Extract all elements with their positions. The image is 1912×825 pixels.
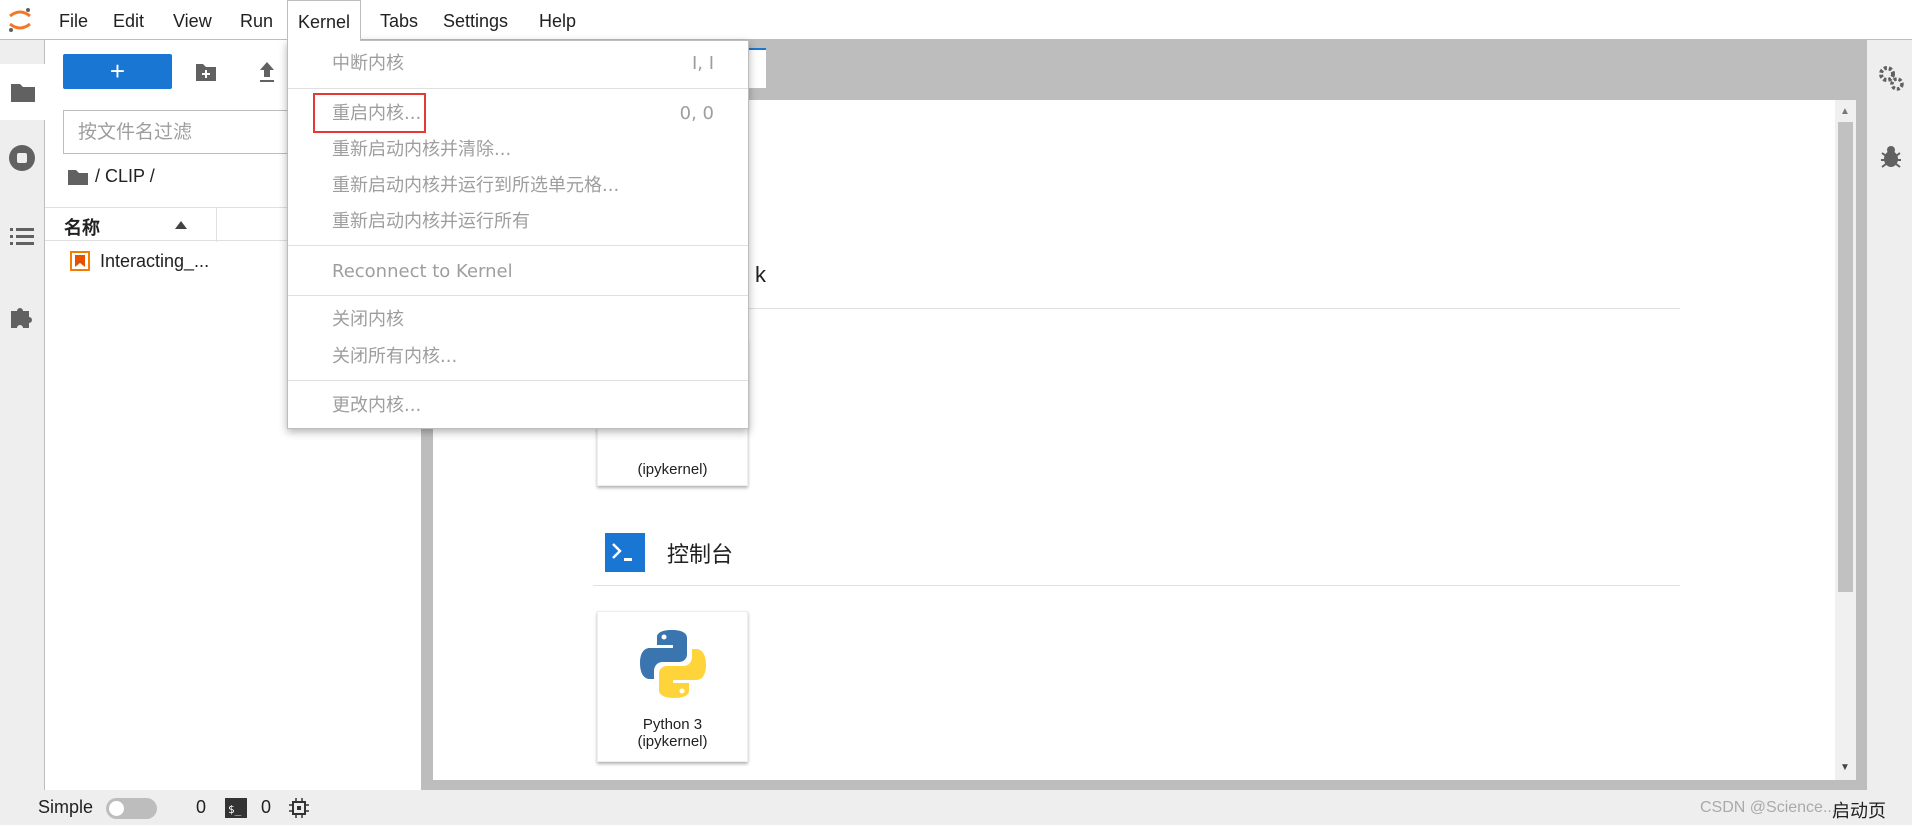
breadcrumb-path[interactable]: / CLIP / bbox=[95, 166, 155, 187]
terminal-icon[interactable]: $_ bbox=[225, 798, 247, 818]
menu-item-label: 中断内核 bbox=[332, 53, 404, 74]
menu-edit[interactable]: Edit bbox=[103, 0, 154, 40]
menu-item-label: 关闭内核 bbox=[332, 309, 404, 330]
menubar: File Edit View Run Kernel Tabs Settings … bbox=[0, 0, 1912, 41]
shortcut: 0, 0 bbox=[679, 103, 714, 124]
menu-item-label: 重新启动内核并运行所有 bbox=[332, 211, 530, 232]
running-stop-icon[interactable] bbox=[8, 144, 36, 172]
card-label: Python 3 bbox=[642, 716, 703, 733]
jupyter-logo-icon[interactable] bbox=[6, 6, 34, 34]
menu-run[interactable]: Run bbox=[230, 0, 283, 40]
python-logo-icon bbox=[639, 630, 706, 698]
menu-kernel[interactable]: Kernel bbox=[287, 0, 362, 41]
console-section-heading: 控制台 bbox=[605, 533, 733, 572]
property-inspector-gears-icon[interactable] bbox=[1878, 65, 1904, 91]
shortcut: I, I bbox=[691, 53, 714, 74]
watermark: CSDN @Science... bbox=[1700, 799, 1837, 816]
folder-icon[interactable] bbox=[0, 64, 45, 120]
menu-settings[interactable]: Settings bbox=[433, 0, 518, 40]
menu-item-interrupt-kernel[interactable]: 中断内核 I, I bbox=[288, 47, 748, 81]
menu-separator bbox=[288, 245, 748, 246]
menu-item-shutdown-kernel[interactable]: 关闭内核 bbox=[288, 303, 748, 337]
upload-icon[interactable] bbox=[257, 60, 277, 84]
kernel-count[interactable]: 0 bbox=[196, 797, 206, 818]
menu-item-restart-clear[interactable]: 重新启动内核并清除... bbox=[288, 133, 748, 167]
new-launcher-button[interactable]: + bbox=[63, 54, 172, 89]
console-icon bbox=[605, 533, 645, 572]
right-sidebar bbox=[1866, 40, 1912, 790]
simple-mode-toggle[interactable] bbox=[106, 798, 157, 819]
menu-help[interactable]: Help bbox=[529, 0, 586, 40]
menu-item-reconnect[interactable]: Reconnect to Kernel bbox=[288, 255, 748, 289]
menu-item-label: 关闭所有内核... bbox=[332, 346, 458, 367]
menu-item-label: 更改内核... bbox=[332, 395, 422, 416]
notebook-section-heading: k bbox=[755, 262, 766, 288]
extension-puzzle-icon[interactable] bbox=[8, 302, 36, 330]
menu-file[interactable]: File bbox=[49, 0, 98, 40]
menu-item-restart-run-all[interactable]: 重新启动内核并运行所有 bbox=[288, 205, 748, 239]
scroll-down-icon[interactable]: ▼ bbox=[1840, 762, 1850, 773]
divider bbox=[593, 308, 1680, 309]
menu-item-label: 重新启动内核并清除... bbox=[332, 139, 512, 160]
debugger-bug-icon[interactable] bbox=[1880, 145, 1902, 169]
new-folder-icon[interactable] bbox=[195, 62, 217, 82]
highlight-box bbox=[313, 93, 426, 133]
status-bar: Simple 0 $_ 0 CSDN @Science... 启动页 bbox=[0, 790, 1912, 825]
sort-ascending-icon[interactable] bbox=[175, 221, 187, 229]
simple-mode-label: Simple bbox=[38, 797, 94, 817]
card-sublabel: (ipykernel) bbox=[637, 733, 708, 750]
kernel-menu-dropdown: 中断内核 I, I 重启内核... 0, 0 重新启动内核并清除... 重新启动内核… bbox=[287, 40, 749, 429]
menu-item-shutdown-all[interactable]: 关闭所有内核... bbox=[288, 340, 748, 374]
cpu-icon[interactable] bbox=[289, 798, 309, 818]
toc-list-icon[interactable] bbox=[8, 222, 36, 250]
menu-separator bbox=[288, 295, 748, 296]
file-name: Interacting_... bbox=[100, 251, 210, 271]
svg-text:$_: $_ bbox=[228, 803, 242, 816]
menu-separator bbox=[288, 88, 748, 89]
console-heading-text: 控制台 bbox=[667, 542, 734, 568]
current-tab-label: 启动页 bbox=[1832, 801, 1886, 822]
left-sidebar bbox=[0, 40, 45, 790]
scrollbar[interactable]: ▲ ▼ bbox=[1835, 100, 1856, 780]
menu-item-label: Reconnect to Kernel bbox=[332, 261, 513, 282]
scrollbar-thumb[interactable] bbox=[1838, 122, 1853, 592]
card-label: (ipykernel) bbox=[637, 461, 708, 478]
menu-item-restart-run-to-selected[interactable]: 重新启动内核并运行到所选单元格... bbox=[288, 169, 748, 203]
menu-view[interactable]: View bbox=[163, 0, 222, 40]
menu-tabs[interactable]: Tabs bbox=[370, 0, 428, 40]
notebook-heading-text: k bbox=[755, 262, 766, 287]
menu-separator bbox=[288, 380, 748, 381]
terminal-count[interactable]: 0 bbox=[261, 797, 271, 818]
console-python3-card[interactable]: Python 3 (ipykernel) bbox=[597, 611, 748, 762]
scroll-up-icon[interactable]: ▲ bbox=[1840, 106, 1850, 117]
breadcrumb[interactable]: / CLIP / bbox=[67, 166, 155, 187]
folder-icon bbox=[68, 169, 88, 185]
divider bbox=[593, 585, 1680, 586]
column-divider bbox=[216, 208, 217, 242]
notebook-icon bbox=[70, 251, 90, 271]
column-name-header[interactable]: 名称 bbox=[64, 214, 100, 240]
menu-item-change-kernel[interactable]: 更改内核... bbox=[288, 389, 748, 423]
menu-item-label: 重新启动内核并运行到所选单元格... bbox=[332, 175, 620, 196]
